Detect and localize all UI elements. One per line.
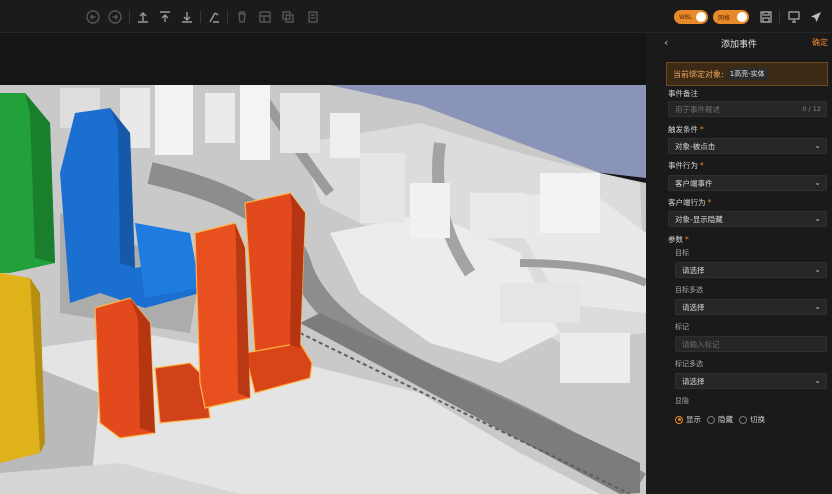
paste-icon[interactable] bbox=[304, 8, 322, 26]
mark-multi-select[interactable]: 请选择 ⌄ bbox=[675, 373, 827, 389]
remark-input[interactable]: 用于事件概述 0 / 12 bbox=[668, 101, 827, 117]
panel-header: ‹ 添加事件 确定 bbox=[646, 33, 832, 53]
mark-multi-value: 请选择 bbox=[682, 376, 705, 386]
action-select[interactable]: 客户端事件 ⌄ bbox=[668, 175, 827, 191]
top-toolbar: WBL 网格 bbox=[0, 0, 832, 33]
bound-target-tag: 1高亮-实体 bbox=[726, 68, 768, 80]
visibility-radio-group: 显示 隐藏 切换 bbox=[675, 414, 765, 425]
remark-counter: 0 / 12 bbox=[802, 105, 821, 113]
client-action-value: 对象-显示隐藏 bbox=[675, 214, 723, 224]
group-icon[interactable] bbox=[256, 8, 274, 26]
download-icon[interactable] bbox=[178, 8, 196, 26]
remark-label: 事件备注 bbox=[668, 89, 698, 98]
wbl-toggle-label: WBL bbox=[679, 13, 693, 21]
chevron-down-icon: ⌄ bbox=[814, 302, 821, 311]
copy-icon[interactable] bbox=[279, 8, 297, 26]
radio-hide[interactable]: 隐藏 bbox=[707, 414, 733, 425]
grid-toggle[interactable]: 网格 bbox=[713, 10, 749, 24]
mark-label: 标记 bbox=[675, 323, 689, 331]
target-select[interactable]: 请选择 ⌄ bbox=[675, 262, 827, 278]
save-icon[interactable] bbox=[757, 8, 775, 26]
action-label: 事件行为 * bbox=[668, 161, 704, 170]
clear-icon[interactable] bbox=[205, 8, 223, 26]
undo-icon[interactable] bbox=[84, 8, 102, 26]
chevron-down-icon: ⌄ bbox=[814, 265, 821, 274]
mark-placeholder: 请输入标记 bbox=[682, 339, 720, 349]
client-action-select[interactable]: 对象-显示隐藏 ⌄ bbox=[668, 211, 827, 227]
app-window: WBL 网格 ‹ 添加事件 确定 当前绑定对象: 1高亮-实体 事件备注 用于事… bbox=[0, 0, 832, 494]
mark-input[interactable]: 请输入标记 bbox=[675, 336, 827, 352]
redo-icon[interactable] bbox=[106, 8, 124, 26]
event-panel: ‹ 添加事件 确定 当前绑定对象: 1高亮-实体 事件备注 用于事件概述 0 /… bbox=[646, 33, 832, 494]
trigger-select[interactable]: 对象-被点击 ⌄ bbox=[668, 138, 827, 154]
city-model bbox=[0, 33, 646, 494]
delete-icon[interactable] bbox=[233, 8, 251, 26]
target-label: 目标 bbox=[675, 249, 689, 257]
upload-icon[interactable] bbox=[134, 8, 152, 26]
confirm-button[interactable]: 确定 bbox=[812, 37, 828, 48]
chevron-down-icon: ⌄ bbox=[814, 214, 821, 223]
params-label: 参数 * bbox=[668, 235, 689, 244]
grid-toggle-label: 网格 bbox=[718, 14, 731, 22]
bound-target-label: 当前绑定对象: bbox=[673, 69, 724, 79]
monitor-icon[interactable] bbox=[785, 8, 803, 26]
target-multi-select[interactable]: 请选择 ⌄ bbox=[675, 299, 827, 315]
trigger-value: 对象-被点击 bbox=[675, 141, 716, 151]
action-value: 客户端事件 bbox=[675, 178, 713, 188]
bound-target-banner: 当前绑定对象: 1高亮-实体 bbox=[666, 62, 828, 86]
move-top-icon[interactable] bbox=[156, 8, 174, 26]
chevron-down-icon: ⌄ bbox=[814, 178, 821, 187]
target-multi-value: 请选择 bbox=[682, 302, 705, 312]
visibility-label: 显隐 bbox=[675, 397, 689, 405]
send-icon[interactable] bbox=[807, 8, 825, 26]
trigger-label: 触发条件 * bbox=[668, 125, 704, 134]
chevron-down-icon: ⌄ bbox=[814, 141, 821, 150]
3d-viewport[interactable] bbox=[0, 33, 646, 494]
panel-title: 添加事件 bbox=[720, 40, 757, 50]
target-multi-label: 目标多选 bbox=[675, 286, 703, 294]
remark-placeholder: 用于事件概述 bbox=[675, 104, 720, 114]
client-action-label: 客户端行为 * bbox=[668, 198, 712, 207]
target-value: 请选择 bbox=[682, 265, 705, 275]
mark-multi-label: 标记多选 bbox=[675, 360, 703, 368]
radio-show[interactable]: 显示 bbox=[675, 414, 701, 425]
chevron-down-icon: ⌄ bbox=[814, 376, 821, 385]
wbl-toggle[interactable]: WBL bbox=[674, 10, 708, 24]
radio-toggle[interactable]: 切换 bbox=[739, 414, 765, 425]
